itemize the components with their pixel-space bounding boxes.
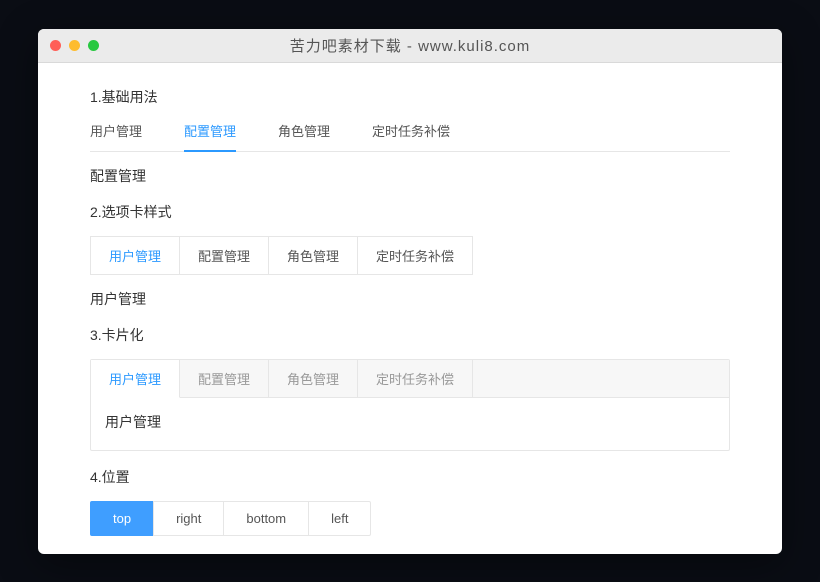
window-controls [38,40,99,51]
tab-scheduled-task[interactable]: 定时任务补偿 [358,360,473,397]
tab-config-mgmt[interactable]: 配置管理 [180,360,269,397]
tab-user-mgmt[interactable]: 用户管理 [90,121,142,152]
tab-user-mgmt[interactable]: 用户管理 [90,236,180,275]
section2-content: 用户管理 [90,289,730,309]
content-area: 1.基础用法 用户管理 配置管理 角色管理 定时任务补偿 配置管理 2.选项卡样… [38,63,782,554]
section3-content: 用户管理 [91,398,729,450]
app-window: 苦力吧素材下载 - www.kuli8.com 1.基础用法 用户管理 配置管理… [38,29,782,554]
section1-tabs: 用户管理 配置管理 角色管理 定时任务补偿 [90,121,730,152]
section1-heading: 1.基础用法 [90,87,730,107]
btn-right[interactable]: right [153,501,224,536]
tab-config-mgmt[interactable]: 配置管理 [184,121,236,152]
minimize-icon[interactable] [69,40,80,51]
tab-scheduled-task[interactable]: 定时任务补偿 [357,236,473,275]
btn-left[interactable]: left [308,501,371,536]
maximize-icon[interactable] [88,40,99,51]
section4-heading: 4.位置 [90,467,730,487]
position-buttons: top right bottom left [90,501,730,536]
section1-content: 配置管理 [90,166,730,186]
tab-config-mgmt[interactable]: 配置管理 [179,236,269,275]
tab-scheduled-task[interactable]: 定时任务补偿 [372,121,450,152]
section3-tabs: 用户管理 配置管理 角色管理 定时任务补偿 [91,360,729,398]
tab-role-mgmt[interactable]: 角色管理 [269,360,358,397]
section2-tabs: 用户管理 配置管理 角色管理 定时任务补偿 [90,236,730,275]
btn-top[interactable]: top [90,501,154,536]
tab-role-mgmt[interactable]: 角色管理 [278,121,330,152]
section2-heading: 2.选项卡样式 [90,202,730,222]
titlebar: 苦力吧素材下载 - www.kuli8.com [38,29,782,63]
window-title: 苦力吧素材下载 - www.kuli8.com [38,35,782,56]
section3-card: 用户管理 配置管理 角色管理 定时任务补偿 用户管理 [90,359,730,451]
close-icon[interactable] [50,40,61,51]
tab-user-mgmt[interactable]: 用户管理 [91,360,180,398]
btn-bottom[interactable]: bottom [223,501,309,536]
section3-heading: 3.卡片化 [90,325,730,345]
tab-role-mgmt[interactable]: 角色管理 [268,236,358,275]
